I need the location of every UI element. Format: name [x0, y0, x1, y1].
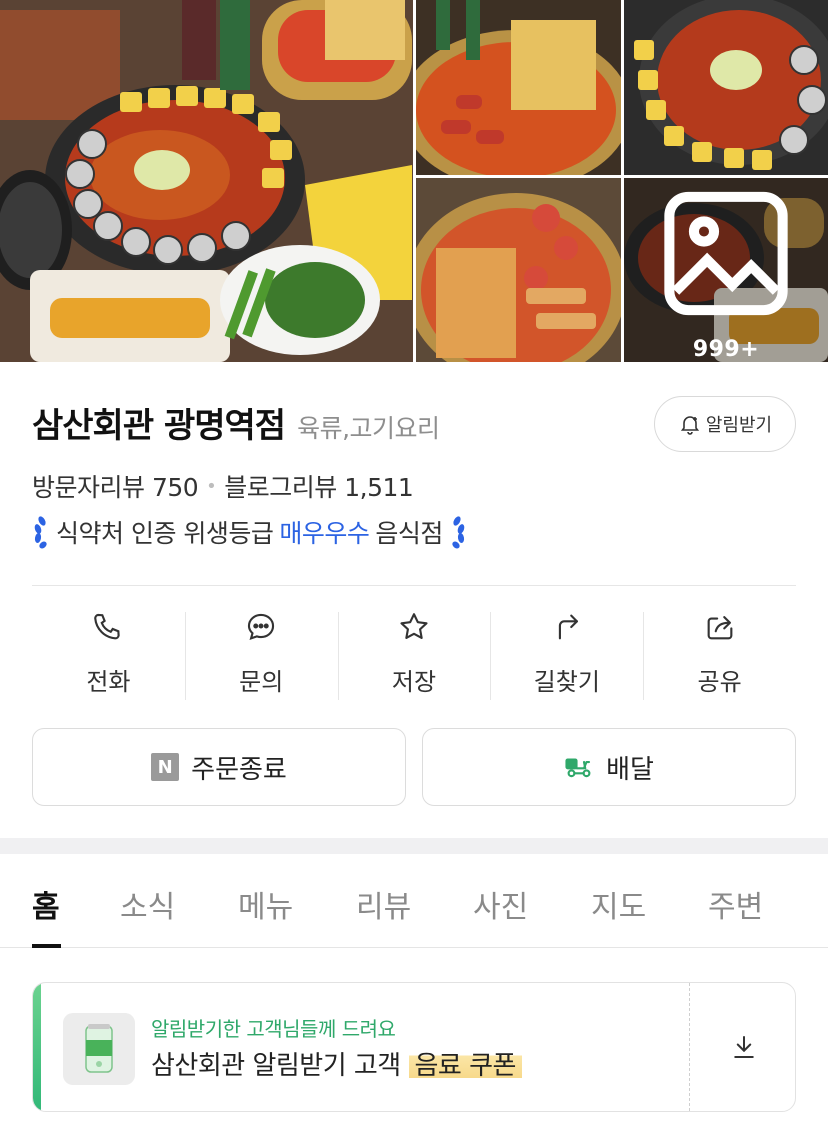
laurel-right-icon — [452, 516, 465, 549]
download-icon — [733, 1036, 754, 1058]
call-button[interactable]: 전화 — [32, 610, 185, 702]
delivery-button[interactable]: 배달 — [422, 728, 796, 806]
coupon-stripe — [33, 983, 41, 1111]
image-icon — [664, 191, 788, 316]
photo-thumb-3[interactable] — [416, 178, 621, 362]
delivery-scooter-icon — [565, 758, 591, 778]
save-label: 저장 — [391, 668, 437, 696]
share-label: 공유 — [697, 668, 742, 696]
action-bar: 전화 문의 저장 길찾기 공유 — [32, 610, 796, 702]
hygiene-grade-value: 매우우수 — [279, 519, 370, 548]
tab-nearby[interactable]: 주변 — [708, 882, 763, 926]
visitor-review-link[interactable]: 방문자리뷰 750 — [32, 468, 199, 504]
alarm-button[interactable]: 알림받기 — [654, 396, 796, 452]
order-button[interactable]: N 주문종료 — [32, 728, 406, 806]
place-category: 육류,고기요리 — [297, 414, 440, 443]
order-label: 주문종료 — [191, 754, 287, 785]
place-name: 삼산회관 광명역점 — [32, 406, 286, 446]
coupon-title-prefix: 삼산회관 알림받기 고객 — [151, 1051, 401, 1081]
coupon-subtitle: 알림받기한 고객님들께 드려요 — [151, 1017, 396, 1041]
inquiry-label: 문의 — [239, 668, 284, 696]
coupon-title-highlight: 음료 쿠폰 — [408, 1051, 522, 1081]
photo-thumb-more[interactable]: 999+ — [624, 178, 828, 362]
call-label: 전화 — [86, 668, 131, 696]
review-summary: 방문자리뷰 750 • 블로그리뷰 1,511 — [32, 468, 414, 504]
section-gap — [0, 838, 828, 854]
directions-icon — [558, 614, 578, 640]
chat-icon — [248, 613, 275, 640]
phone-icon — [94, 613, 121, 640]
tab-menu[interactable]: 메뉴 — [238, 882, 293, 926]
place-title-row: 삼산회관 광명역점 육류,고기요리 — [32, 398, 440, 447]
coupon-card[interactable]: 알림받기한 고객님들께 드려요 삼산회관 알림받기 고객 음료 쿠폰 — [32, 982, 796, 1112]
directions-label: 길찾기 — [533, 668, 600, 696]
divider — [32, 585, 796, 586]
blog-review-link[interactable]: 블로그리뷰 1,511 — [224, 468, 414, 504]
photo-thumb-1[interactable] — [416, 0, 621, 175]
tab-bar: 홈 소식 메뉴 리뷰 사진 지도 주변 — [0, 854, 828, 948]
share-button[interactable]: 공유 — [643, 610, 796, 702]
directions-button[interactable]: 길찾기 — [490, 610, 643, 702]
star-icon — [400, 613, 428, 639]
separator-dot: • — [206, 475, 217, 497]
save-button[interactable]: 저장 — [337, 610, 491, 702]
soda-can-icon — [85, 1024, 113, 1073]
more-photo-count: 999+ — [692, 337, 760, 362]
tab-home[interactable]: 홈 — [32, 882, 60, 926]
photo-gallery[interactable]: 999+ — [0, 0, 828, 362]
tab-reviews[interactable]: 리뷰 — [356, 882, 411, 926]
more-photos-overlay[interactable]: 999+ — [624, 178, 828, 362]
tab-photos[interactable]: 사진 — [473, 882, 528, 926]
tab-news[interactable]: 소식 — [120, 882, 175, 926]
coupon-thumbnail — [63, 1013, 135, 1085]
photo-main[interactable] — [0, 0, 413, 362]
active-tab-indicator — [32, 944, 61, 948]
hygiene-suffix: 음식점 — [375, 519, 443, 548]
photo-thumb-2[interactable] — [624, 0, 828, 175]
laurel-left-icon — [34, 516, 47, 549]
tab-map[interactable]: 지도 — [591, 882, 646, 926]
inquiry-button[interactable]: 문의 — [184, 610, 338, 702]
hygiene-prefix: 식약처 인증 위생등급 — [56, 519, 274, 548]
alarm-button-label: 알림받기 — [705, 415, 773, 436]
coupon-title: 삼산회관 알림받기 고객 음료 쿠폰 — [151, 1045, 522, 1082]
coupon-download-button[interactable] — [690, 983, 795, 1111]
delivery-label: 배달 — [606, 754, 654, 785]
bell-plus-icon — [680, 416, 699, 435]
share-icon — [707, 616, 732, 640]
naver-order-icon: N — [151, 753, 180, 781]
hygiene-grade[interactable]: 식약처 인증 위생등급 매우우수 음식점 — [30, 514, 469, 550]
